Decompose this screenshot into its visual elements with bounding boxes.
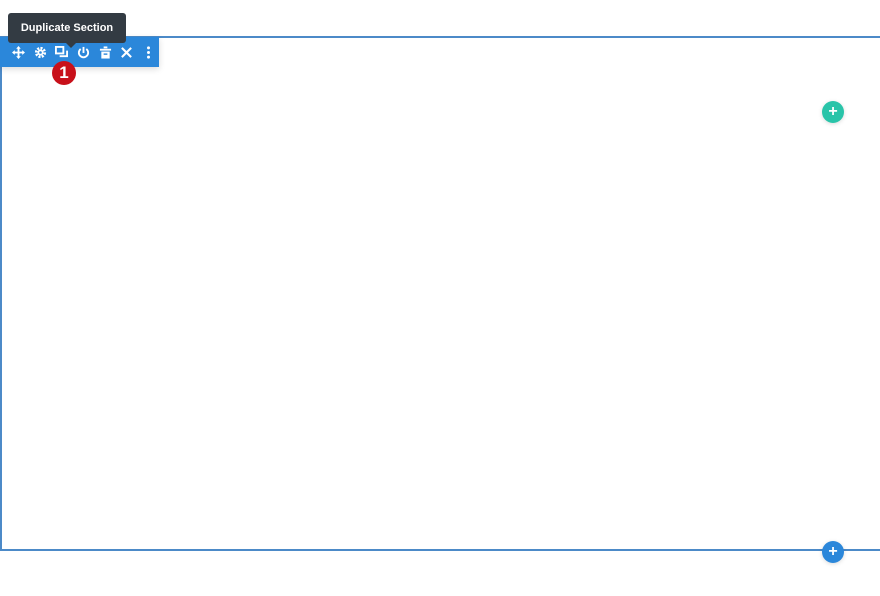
section-container[interactable] (0, 36, 880, 551)
gear-icon (34, 46, 46, 58)
close-icon (121, 46, 133, 58)
add-row-button[interactable]: + (822, 101, 844, 123)
delete-button[interactable] (94, 41, 116, 63)
power-icon (78, 46, 90, 58)
move-button[interactable] (8, 41, 30, 63)
tooltip: Duplicate Section (8, 13, 126, 48)
settings-button[interactable] (30, 41, 52, 63)
move-icon (12, 45, 26, 59)
trash-icon (99, 45, 111, 59)
more-button[interactable] (137, 41, 159, 63)
more-icon (146, 45, 150, 59)
annotation-badge: 1 (52, 61, 76, 85)
close-button[interactable] (116, 41, 138, 63)
add-section-button[interactable]: + (822, 541, 844, 563)
